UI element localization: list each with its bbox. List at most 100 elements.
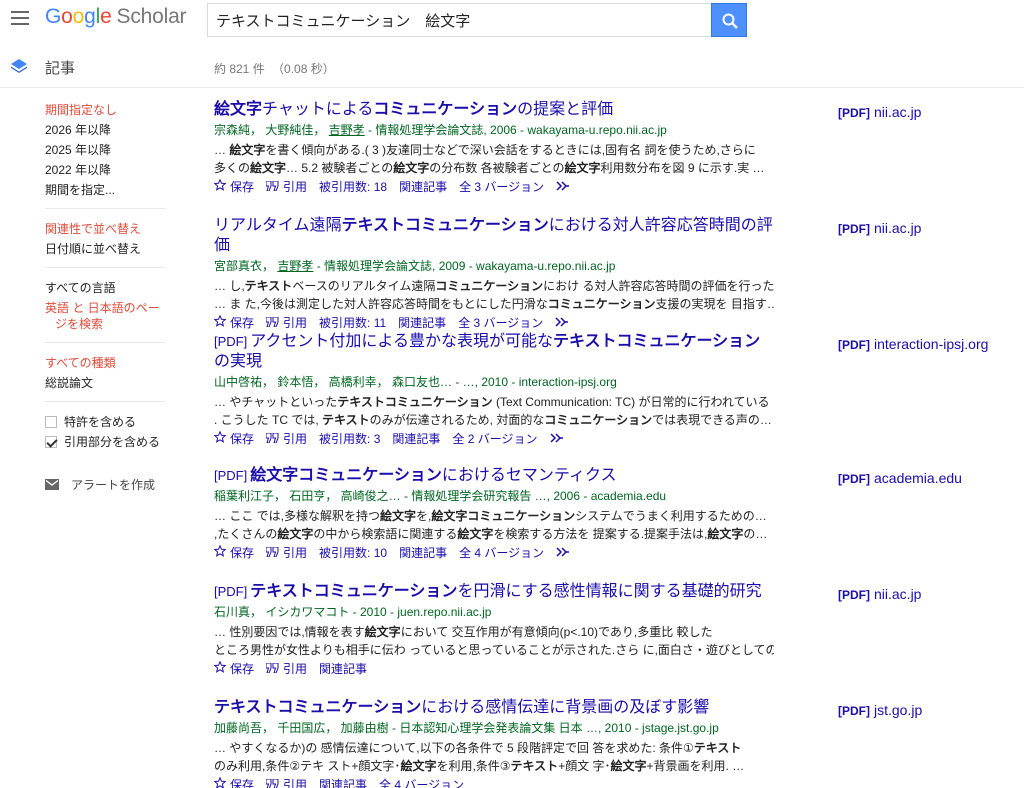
snippet-text: システムでうまく利用するための… [575,509,767,523]
pdf-side-link[interactable]: [PDF] jst.go.jp [838,702,922,718]
section-label-articles: 記事 [45,60,76,77]
star-icon [213,776,227,788]
snippet-text: におけ る対人許容応答時間の評価を行った. [543,279,774,293]
language-english-japanese[interactable]: 英語 と 日本語のページを検索 [45,298,165,334]
related-articles-link[interactable]: 関連記事 [392,430,440,448]
more-icon[interactable] [556,178,570,196]
pdf-side-domain: nii.ac.jp [874,586,922,602]
save-button[interactable]: 保存 [213,660,254,678]
title-text: チャットによる [262,101,374,118]
author-link[interactable]: 吉野孝 [277,259,313,273]
cited-by-link[interactable]: 被引用数: 10 [319,544,387,562]
authors-text: 宗森純， 大野純佳， [214,123,329,137]
include-patents-checkbox[interactable] [45,416,57,428]
search-button[interactable] [711,3,747,37]
snippet-text: ,たくさんの [214,527,278,541]
related-articles-link[interactable]: 関連記事 [399,178,447,196]
result-title-link[interactable]: 絵文字チャットによるコミュニケーションの提案と評価 [214,100,774,120]
language-all[interactable]: すべての言語 [45,278,165,298]
language-group: すべての言語 英語 と 日本語のページを検索 [45,278,165,343]
all-versions-link[interactable]: 全 4 バージョン [459,544,544,562]
cite-button[interactable]: 引用 [265,660,307,678]
snippet-highlight: コミュニケーション [544,413,653,427]
pdf-side-link[interactable]: [PDF] academia.edu [838,470,962,486]
title-highlight: テキストコミュニケーション [250,583,458,600]
related-articles-link[interactable]: 関連記事 [399,544,447,562]
result-actions: 保存 引用 関連記事 [213,660,1014,678]
result-title-link[interactable]: [PDF] テキストコミュニケーションを円滑にする感性情報に関する基礎的研究 [214,582,774,602]
pdf-side-link[interactable]: [PDF] nii.ac.jp [838,220,921,236]
sort-by-relevance[interactable]: 関連性で並べ替え [45,219,165,239]
more-icon[interactable] [556,544,570,562]
pdf-side-tag: [PDF] [838,106,870,120]
save-button[interactable]: 保存 [213,544,254,562]
time-filter-2022[interactable]: 2022 年以降 [45,160,165,180]
title-text: におけるセマンティクス [441,467,617,484]
envelope-icon [45,479,59,490]
related-articles-link[interactable]: 関連記事 [319,776,367,788]
result-title-link[interactable]: リアルタイム遠隔テキストコミュニケーションにおける対人許容応答時間の評価 [214,216,774,256]
hamburger-menu-icon[interactable] [11,11,29,25]
cited-by-link[interactable]: 被引用数: 3 [319,430,380,448]
include-citations-row[interactable]: 引用部分を含める [45,432,165,452]
more-icon[interactable] [555,314,569,332]
search-input[interactable] [207,3,711,37]
cite-button[interactable]: 引用 [265,178,307,196]
snippet-line: … 絵文字を書く傾向がある.( 3 )友達同士などで深い会話をするときには,固有… [214,141,774,159]
save-button[interactable]: 保存 [213,776,254,788]
result-actions: 保存 引用 被引用数: 11 関連記事全 3 バージョン [213,314,1014,332]
google-scholar-logo[interactable]: Google Scholar [45,5,187,29]
create-alert-button[interactable]: アラートを作成 [45,476,170,493]
pdf-side-link[interactable]: [PDF] interaction-ipsj.org [838,336,988,352]
cite-button[interactable]: 引用 [265,314,307,332]
pdf-side-link[interactable]: [PDF] nii.ac.jp [838,104,921,120]
all-versions-link[interactable]: 全 4 バージョン [379,776,464,788]
title-highlight: 絵文字 [214,101,263,118]
snippet-text: を検索する方法を 提案する.提案手法は, [493,527,708,541]
authors-text: 加藤尚吾， 千田国広， 加藤由樹 - 日本認知心理学会発表論文集 日本 …, 2… [214,721,719,735]
more-icon[interactable] [549,430,564,448]
snippet-text: … 性別要因では,情報を表す [214,625,365,639]
save-button[interactable]: 保存 [213,430,254,448]
snippet-text: . こうした TC では, [214,413,323,427]
snippet-highlight: 絵文字 [707,527,744,541]
save-button[interactable]: 保存 [213,314,254,332]
include-patents-row[interactable]: 特許を含める [45,412,165,432]
type-all[interactable]: すべての種類 [45,353,165,373]
result-actions: 保存 引用 被引用数: 3 関連記事全 2 バージョン [213,430,1014,448]
cite-button[interactable]: 引用 [265,544,307,562]
save-button[interactable]: 保存 [213,178,254,196]
author-link[interactable]: 吉野孝 [329,123,365,137]
cited-by-link[interactable]: 被引用数: 18 [319,178,387,196]
all-versions-link[interactable]: 全 2 バージョン [452,430,537,448]
snippet-highlight: コミュニケーション [435,279,544,293]
cite-button[interactable]: 引用 [265,430,307,448]
pdf-side-link[interactable]: [PDF] nii.ac.jp [838,586,921,602]
all-versions-link[interactable]: 全 3 バージョン [458,314,543,332]
related-articles-link[interactable]: 関連記事 [398,314,446,332]
result-actions: 保存 引用 被引用数: 10 関連記事全 4 バージョン [213,544,1014,562]
all-versions-link[interactable]: 全 3 バージョン [459,178,544,196]
cite-button[interactable]: 引用 [265,776,307,788]
time-filter-2025[interactable]: 2025 年以降 [45,140,165,160]
include-citations-checkbox[interactable] [45,436,57,448]
result-title-link[interactable]: [PDF] アクセント付加による豊かな表現が可能なテキストコミュニケーションの実現 [214,332,774,372]
result-title-link[interactable]: [PDF] 絵文字コミュニケーションにおけるセマンティクス [214,466,774,486]
snippet-text: のみ利用,条件②テキ スト+顔文字･ [214,759,401,773]
result-snippet: … やすくなるか)の 感情伝達について,以下の各条件で 5 段階評定で回 答を求… [214,739,774,775]
result-title-link[interactable]: テキストコミュニケーションにおける感情伝達に背景画の及ぼす影響 [214,698,774,718]
snippet-highlight: 絵文字 [564,161,601,175]
result-item: 絵文字チャットによるコミュニケーションの提案と評価 宗森純， 大野純佳， 吉野孝 … [213,100,1014,196]
time-filter-any[interactable]: 期間指定なし [45,100,165,120]
create-alert-label: アラートを作成 [71,478,156,492]
snippet-text: … [214,143,230,157]
sort-by-date[interactable]: 日付順に並べ替え [45,239,165,259]
time-filter-custom[interactable]: 期間を指定... [45,180,165,200]
result-authors: 山中啓祐， 鈴本悟， 高橋利幸， 森口友也… - …, 2010 - inter… [214,373,1014,391]
time-filter-2026[interactable]: 2026 年以降 [45,120,165,140]
related-articles-link[interactable]: 関連記事 [319,660,367,678]
cited-by-link[interactable]: 被引用数: 11 [319,314,386,332]
type-review[interactable]: 総説論文 [45,373,165,393]
pdf-side-tag: [PDF] [838,222,870,236]
title-text: リアルタイム遠隔 [214,217,342,234]
